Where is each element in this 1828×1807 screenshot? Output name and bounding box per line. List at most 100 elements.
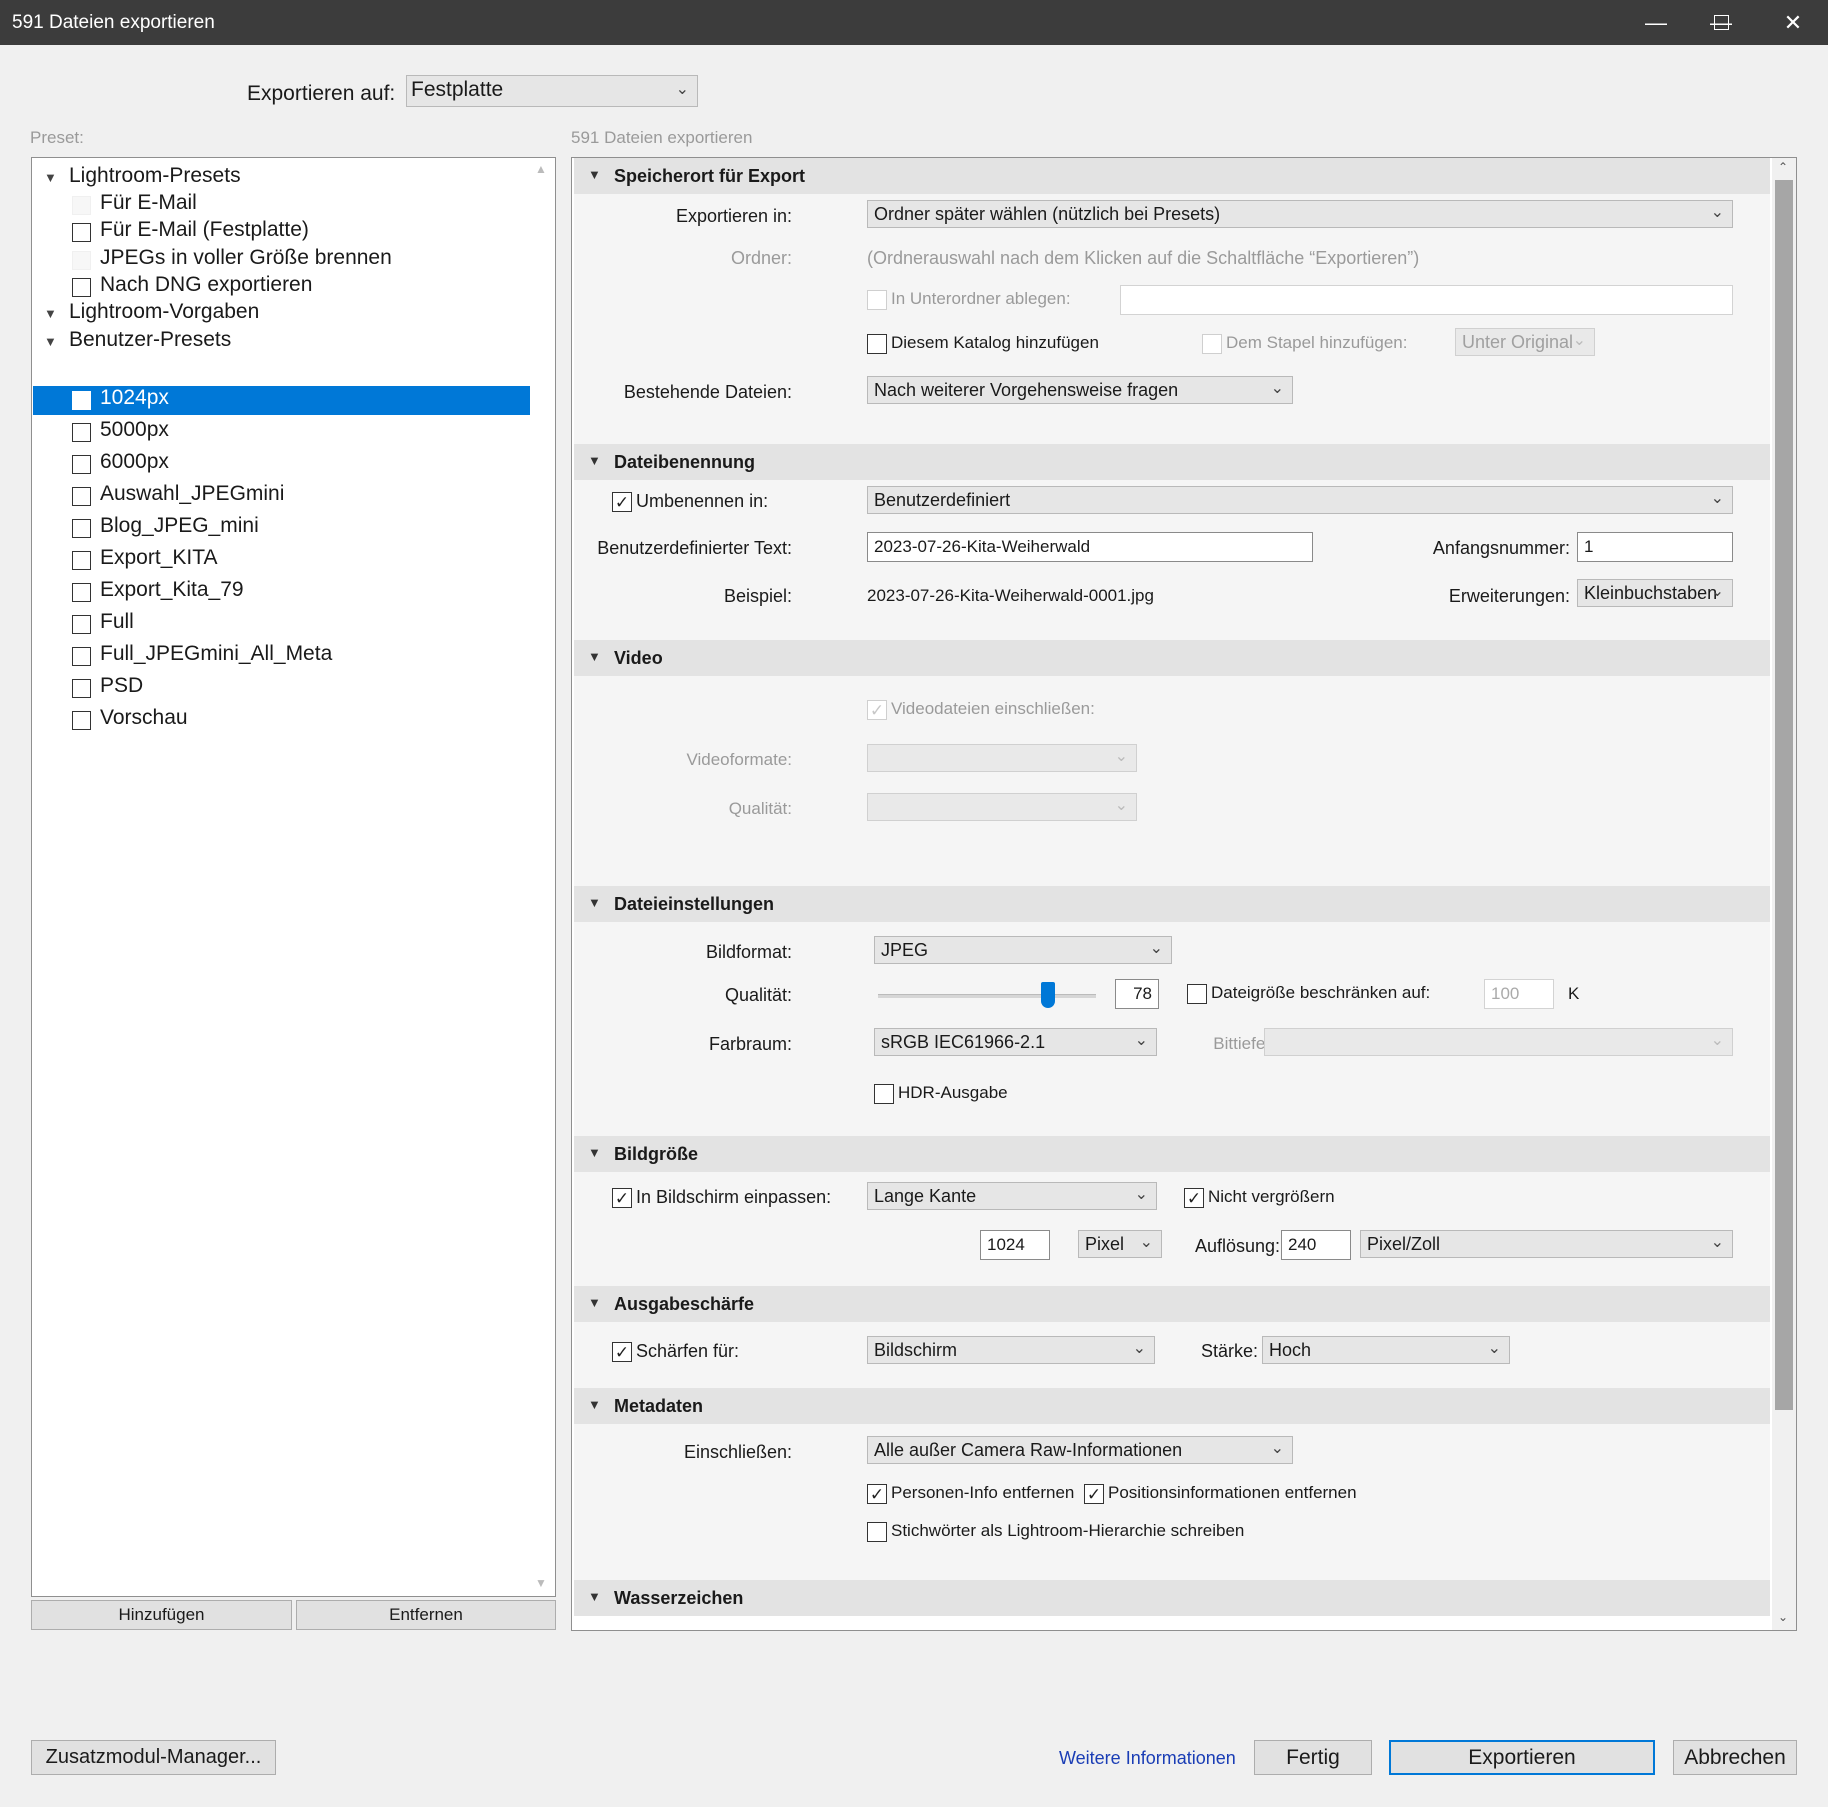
- remove-person-checkbox[interactable]: ✓: [867, 1484, 887, 1504]
- sharpen-checkbox[interactable]: ✓: [612, 1342, 632, 1362]
- preset-group-user[interactable]: Benutzer-Presets: [69, 328, 231, 352]
- include-video-checkbox[interactable]: ✓: [867, 700, 887, 720]
- video-formats-dropdown[interactable]: ⌄: [867, 744, 1137, 772]
- preset-item[interactable]: JPEGs in voller Größe brennen: [100, 246, 392, 270]
- cancel-button[interactable]: Abbrechen: [1673, 1740, 1797, 1775]
- preset-checkbox[interactable]: [72, 223, 91, 242]
- collapse-triangle-icon[interactable]: ▼: [44, 170, 57, 185]
- preset-item[interactable]: Blog_JPEG_mini: [100, 514, 259, 538]
- plugin-manager-button[interactable]: Zusatzmodul-Manager...: [31, 1740, 276, 1775]
- export-in-dropdown[interactable]: Ordner später wählen (nützlich bei Prese…: [867, 200, 1733, 228]
- preset-item[interactable]: Export_KITA: [100, 546, 218, 570]
- preset-item[interactable]: Für E-Mail: [100, 191, 197, 215]
- collapse-triangle-icon[interactable]: ▼: [44, 306, 57, 321]
- preset-item[interactable]: 5000px: [100, 418, 169, 442]
- section-header-watermark[interactable]: ▼ Wasserzeichen: [574, 1580, 1770, 1616]
- no-enlarge-checkbox[interactable]: ✓: [1184, 1188, 1204, 1208]
- section-header-image-size[interactable]: ▼ Bildgröße: [574, 1136, 1770, 1172]
- quality-slider-track[interactable]: [878, 994, 1096, 998]
- remove-location-checkbox[interactable]: ✓: [1084, 1484, 1104, 1504]
- scroll-down-icon[interactable]: ⌄: [1778, 1610, 1788, 1624]
- quality-slider-thumb[interactable]: [1041, 982, 1056, 1008]
- settings-scrollbar[interactable]: ⌃ ⌄: [1772, 158, 1796, 1630]
- preset-list[interactable]: ▼ Lightroom-Presets Für E-Mail Für E-Mai…: [31, 157, 556, 1597]
- subfolder-field[interactable]: [1120, 285, 1733, 315]
- section-header-metadata[interactable]: ▼ Metadaten: [574, 1388, 1770, 1424]
- preset-checkbox[interactable]: [72, 455, 91, 474]
- color-space-dropdown[interactable]: sRGB IEC61966-2.1 ⌄: [874, 1028, 1157, 1056]
- preset-item[interactable]: Full_JPEGmini_All_Meta: [100, 642, 332, 666]
- rename-checkbox[interactable]: ✓: [612, 492, 632, 512]
- export-to-dropdown[interactable]: Festplatte ⌄: [406, 75, 698, 107]
- custom-text-field[interactable]: 2023-07-26-Kita-Weiherwald: [867, 532, 1313, 562]
- preset-checkbox[interactable]: [72, 391, 91, 410]
- preset-checkbox[interactable]: [72, 647, 91, 666]
- close-button[interactable]: ✕: [1758, 0, 1828, 45]
- rename-dropdown[interactable]: Benutzerdefiniert ⌄: [867, 486, 1733, 514]
- size-unit-dropdown[interactable]: Pixel ⌄: [1078, 1230, 1162, 1258]
- preset-item[interactable]: PSD: [100, 674, 143, 698]
- preset-checkbox[interactable]: [72, 615, 91, 634]
- image-format-dropdown[interactable]: JPEG ⌄: [874, 936, 1172, 964]
- add-preset-button[interactable]: Hinzufügen: [31, 1600, 292, 1630]
- keywords-hierarchy-checkbox[interactable]: [867, 1522, 887, 1542]
- start-number-field[interactable]: 1: [1577, 532, 1733, 562]
- resolution-unit-dropdown[interactable]: Pixel/Zoll ⌄: [1360, 1230, 1733, 1258]
- preset-checkbox[interactable]: [72, 519, 91, 538]
- preset-item[interactable]: Full: [100, 610, 134, 634]
- preset-item[interactable]: Auswahl_JPEGmini: [100, 482, 284, 506]
- size-value-field[interactable]: 1024: [980, 1230, 1050, 1260]
- subfolder-checkbox[interactable]: [867, 290, 887, 310]
- bit-depth-dropdown[interactable]: ⌄: [1264, 1028, 1733, 1056]
- stack-dropdown[interactable]: Unter Original ⌄: [1455, 328, 1595, 356]
- preset-checkbox[interactable]: [72, 487, 91, 506]
- video-formats-label: Videoformate:: [686, 750, 792, 769]
- scrollbar-thumb[interactable]: [1775, 180, 1793, 1410]
- metadata-include-dropdown[interactable]: Alle außer Camera Raw-Informationen ⌄: [867, 1436, 1293, 1464]
- preset-checkbox[interactable]: [72, 711, 91, 730]
- add-stack-checkbox[interactable]: [1202, 334, 1222, 354]
- resolution-field[interactable]: 240: [1281, 1230, 1351, 1260]
- preset-group-lightroom[interactable]: Lightroom-Presets: [69, 164, 241, 188]
- limit-size-field[interactable]: 100: [1484, 979, 1554, 1009]
- add-catalog-checkbox[interactable]: [867, 334, 887, 354]
- preset-item[interactable]: Vorschau: [100, 706, 188, 730]
- hdr-checkbox[interactable]: [874, 1084, 894, 1104]
- video-quality-dropdown[interactable]: ⌄: [867, 793, 1137, 821]
- preset-item-selected[interactable]: 1024px: [100, 386, 169, 410]
- preset-checkbox[interactable]: [72, 423, 91, 442]
- scroll-down-icon[interactable]: ▼: [535, 1576, 547, 1590]
- fit-screen-checkbox[interactable]: ✓: [612, 1188, 632, 1208]
- export-button[interactable]: Exportieren: [1389, 1740, 1655, 1775]
- minimize-btn[interactable]: —: [1621, 0, 1691, 45]
- section-title: Dateibenennung: [614, 452, 756, 472]
- extensions-dropdown[interactable]: Kleinbuchstaben ⌄: [1577, 579, 1733, 607]
- preset-checkbox[interactable]: [72, 551, 91, 570]
- done-button[interactable]: Fertig: [1254, 1740, 1372, 1775]
- preset-checkbox[interactable]: [72, 278, 91, 297]
- preset-group-vorgaben[interactable]: Lightroom-Vorgaben: [69, 300, 259, 324]
- section-header-naming[interactable]: ▼ Dateibenennung: [574, 444, 1770, 480]
- sharpen-for-dropdown[interactable]: Bildschirm ⌄: [867, 1336, 1155, 1364]
- preset-checkbox[interactable]: [72, 583, 91, 602]
- preset-item[interactable]: Nach DNG exportieren: [100, 273, 312, 297]
- limit-size-checkbox[interactable]: [1187, 984, 1207, 1004]
- collapse-triangle-icon[interactable]: ▼: [44, 334, 57, 349]
- more-info-link[interactable]: Weitere Informationen: [1059, 1748, 1236, 1769]
- scroll-up-icon[interactable]: ⌃: [1778, 160, 1788, 174]
- preset-item[interactable]: 6000px: [100, 450, 169, 474]
- preset-item[interactable]: Export_Kita_79: [100, 578, 244, 602]
- preset-item[interactable]: Für E-Mail (Festplatte): [100, 218, 309, 242]
- quality-field[interactable]: 78: [1115, 979, 1159, 1009]
- section-header-video[interactable]: ▼ Video: [574, 640, 1770, 676]
- section-header-file-settings[interactable]: ▼ Dateieinstellungen: [574, 886, 1770, 922]
- fit-mode-dropdown[interactable]: Lange Kante ⌄: [867, 1182, 1157, 1210]
- sharpen-amount-dropdown[interactable]: Hoch ⌄: [1262, 1336, 1510, 1364]
- remove-preset-button[interactable]: Entfernen: [296, 1600, 556, 1630]
- section-header-sharpening[interactable]: ▼ Ausgabeschärfe: [574, 1286, 1770, 1322]
- preset-checkbox[interactable]: [72, 679, 91, 698]
- scroll-up-icon[interactable]: ▲: [535, 162, 547, 176]
- maximize-button[interactable]: [1686, 0, 1756, 45]
- section-header-location[interactable]: ▼ Speicherort für Export: [574, 158, 1770, 194]
- existing-files-dropdown[interactable]: Nach weiterer Vorgehensweise fragen ⌄: [867, 376, 1293, 404]
